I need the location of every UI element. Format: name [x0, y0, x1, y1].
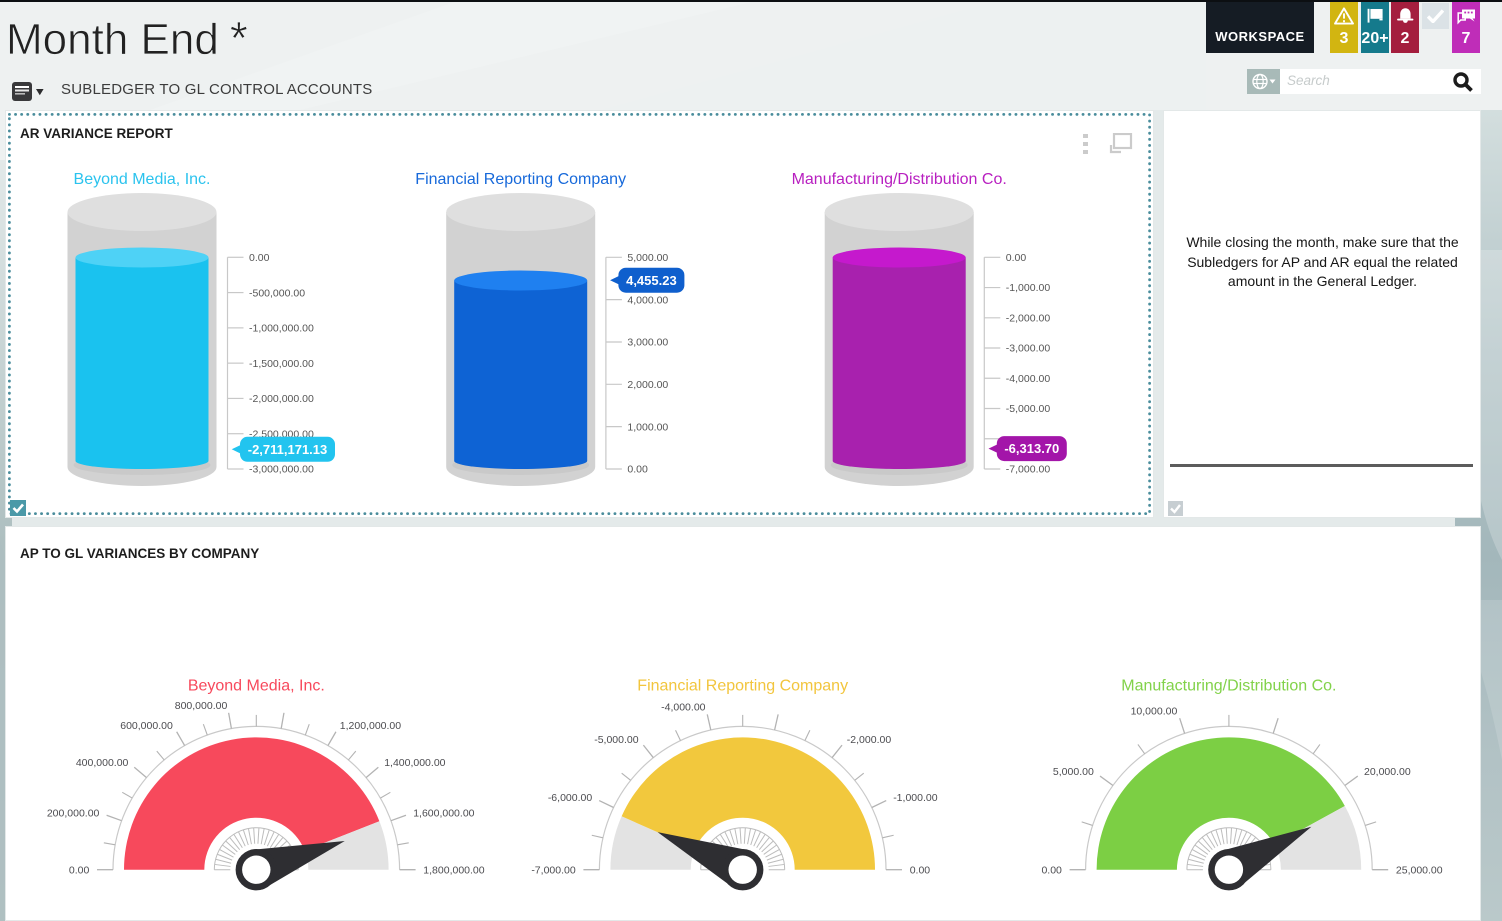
svg-text:0.00: 0.00	[1041, 864, 1062, 876]
svg-text:-2,000.00: -2,000.00	[847, 734, 892, 746]
svg-text:10,000.00: 10,000.00	[1131, 706, 1178, 718]
svg-text:Financial Reporting Company: Financial Reporting Company	[637, 678, 848, 695]
svg-text:-2,000,000.00: -2,000,000.00	[249, 393, 314, 405]
svg-text:-1,000.00: -1,000.00	[1006, 282, 1051, 294]
svg-text:-4,000.00: -4,000.00	[661, 702, 706, 714]
svg-text:3,000.00: 3,000.00	[627, 337, 668, 349]
svg-text:Beyond Media, Inc.: Beyond Media, Inc.	[188, 678, 325, 695]
svg-text:0.00: 0.00	[627, 464, 648, 476]
svg-text:Manufacturing/Distribution Co.: Manufacturing/Distribution Co.	[792, 171, 1007, 188]
svg-text:20,000.00: 20,000.00	[1364, 766, 1411, 778]
svg-text:5,000.00: 5,000.00	[627, 252, 668, 264]
svg-text:-1,000.00: -1,000.00	[893, 792, 938, 804]
svg-text:25,000.00: 25,000.00	[1396, 864, 1443, 876]
svg-text:4,455.23: 4,455.23	[626, 273, 677, 288]
svg-text:-7,000.00: -7,000.00	[531, 864, 576, 876]
svg-text:-500,000.00: -500,000.00	[249, 287, 305, 299]
svg-text:800,000.00: 800,000.00	[175, 700, 228, 712]
svg-text:-7,000.00: -7,000.00	[1006, 464, 1051, 476]
svg-text:1,000.00: 1,000.00	[627, 421, 668, 433]
svg-text:Financial Reporting Company: Financial Reporting Company	[415, 171, 626, 188]
svg-text:1,200,000.00: 1,200,000.00	[340, 720, 401, 732]
svg-text:-3,000,000.00: -3,000,000.00	[249, 464, 314, 476]
svg-text:-5,000.00: -5,000.00	[594, 734, 639, 746]
svg-text:1,800,000.00: 1,800,000.00	[423, 864, 484, 876]
svg-text:1,400,000.00: 1,400,000.00	[384, 757, 445, 769]
svg-text:0.00: 0.00	[69, 864, 90, 876]
svg-text:-1,000,000.00: -1,000,000.00	[249, 323, 314, 335]
svg-text:400,000.00: 400,000.00	[76, 757, 129, 769]
svg-text:-4,000.00: -4,000.00	[1006, 373, 1051, 385]
svg-text:200,000.00: 200,000.00	[47, 807, 100, 819]
svg-text:-1,500,000.00: -1,500,000.00	[249, 358, 314, 370]
svg-text:4,000.00: 4,000.00	[627, 294, 668, 306]
svg-text:Beyond Media, Inc.: Beyond Media, Inc.	[74, 171, 211, 188]
svg-text:-5,000.00: -5,000.00	[1006, 403, 1051, 415]
svg-text:600,000.00: 600,000.00	[120, 720, 173, 732]
svg-text:5,000.00: 5,000.00	[1053, 766, 1094, 778]
svg-text:0.00: 0.00	[249, 252, 270, 264]
svg-text:0.00: 0.00	[910, 864, 931, 876]
svg-text:-2,000.00: -2,000.00	[1006, 312, 1051, 324]
svg-text:-6,000.00: -6,000.00	[548, 792, 593, 804]
svg-text:2,000.00: 2,000.00	[627, 379, 668, 391]
svg-text:0.00: 0.00	[1006, 252, 1027, 264]
svg-text:Manufacturing/Distribution Co.: Manufacturing/Distribution Co.	[1121, 678, 1336, 695]
svg-text:-2,711,171.13: -2,711,171.13	[248, 442, 328, 457]
svg-text:-3,000.00: -3,000.00	[1006, 343, 1051, 355]
svg-text:1,600,000.00: 1,600,000.00	[413, 807, 474, 819]
svg-text:-6,313.70: -6,313.70	[1004, 441, 1059, 456]
